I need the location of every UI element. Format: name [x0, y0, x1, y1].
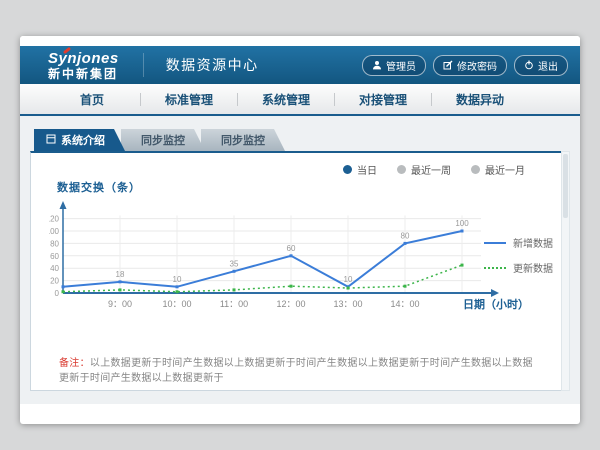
radio-unselected-icon — [397, 165, 406, 174]
logout-label: 退出 — [538, 58, 558, 73]
svg-text:100: 100 — [455, 219, 469, 228]
user-button[interactable]: 管理员 — [362, 55, 426, 76]
svg-text:35: 35 — [230, 259, 239, 268]
svg-text:13：00: 13：00 — [333, 299, 362, 309]
svg-text:60: 60 — [287, 244, 296, 253]
nav-item-home[interactable]: 首页 — [44, 91, 140, 108]
app-window: Synjones 新中新集团 数据资源中心 管理员 修改密码 — [20, 36, 580, 424]
nav-item-system-mgmt[interactable]: 系统管理 — [238, 91, 334, 108]
solid-line-swatch — [484, 242, 506, 244]
scrollbar-thumb[interactable] — [563, 154, 568, 218]
radio-label: 最近一周 — [411, 162, 451, 177]
svg-text:120: 120 — [49, 215, 60, 224]
edit-icon — [443, 60, 453, 70]
svg-text:40: 40 — [50, 264, 59, 273]
footnote-label: 备注： — [59, 358, 90, 369]
radio-label: 最近一月 — [485, 162, 525, 177]
power-icon — [524, 60, 534, 70]
page-title: 数据资源中心 — [143, 53, 259, 77]
tab-system-intro[interactable]: 系统介绍 — [34, 129, 125, 151]
tab-sync-monitor-1[interactable]: 同步监控 — [121, 129, 205, 151]
svg-text:日期（小时）: 日期（小时） — [463, 297, 529, 311]
time-range-filters: 当日 最近一周 最近一月 — [343, 162, 525, 177]
company-logo: Synjones 新中新集团 — [48, 51, 119, 80]
dotted-line-swatch — [484, 267, 506, 269]
logo-subtext: 新中新集团 — [48, 68, 119, 80]
user-icon — [372, 60, 382, 70]
svg-text:0: 0 — [55, 289, 60, 298]
radio-unselected-icon — [471, 165, 480, 174]
chart-row: 0 20 40 60 80 100 120 9：00 10：00 11：00 12：00 13：00 1… — [49, 197, 569, 334]
radio-today[interactable]: 当日 — [343, 162, 377, 177]
tab-label: 同步监控 — [141, 132, 185, 148]
svg-text:100: 100 — [49, 227, 60, 236]
svg-text:10: 10 — [344, 275, 353, 284]
tab-label: 同步监控 — [221, 132, 265, 148]
svg-text:20: 20 — [50, 277, 59, 286]
radio-last-month[interactable]: 最近一月 — [471, 162, 525, 177]
main-nav: 首页 标准管理 系统管理 对接管理 数据异动 — [20, 84, 580, 116]
tab-label: 系统介绍 — [61, 132, 105, 148]
svg-text:10: 10 — [173, 275, 182, 284]
legend-item-updated-data: 更新数据 — [484, 260, 553, 275]
radio-selected-icon — [343, 165, 352, 174]
change-password-label: 修改密码 — [457, 58, 497, 73]
user-button-label: 管理员 — [386, 58, 416, 73]
radio-label: 当日 — [357, 162, 377, 177]
nav-item-standard-mgmt[interactable]: 标准管理 — [141, 91, 237, 108]
legend-label: 更新数据 — [513, 260, 553, 275]
legend-label: 新增数据 — [513, 235, 553, 250]
svg-text:60: 60 — [50, 252, 59, 261]
radio-last-week[interactable]: 最近一周 — [397, 162, 451, 177]
chart-y-axis-title: 数据交换（条） — [57, 179, 569, 195]
chart-panel: 当日 最近一周 最近一月 数据交换（条） 0 20 40 60 80 100 120 9：00… — [30, 151, 570, 391]
document-icon — [46, 134, 56, 147]
svg-text:80: 80 — [401, 231, 410, 240]
content-area: 系统介绍 同步监控 同步监控 当日 最近一周 — [20, 116, 580, 404]
tab-sync-monitor-2[interactable]: 同步监控 — [201, 129, 285, 151]
svg-text:14：00: 14：00 — [390, 299, 419, 309]
svg-text:10：00: 10：00 — [162, 299, 191, 309]
svg-text:11：00: 11：00 — [220, 299, 248, 309]
page-top-strip — [20, 36, 580, 46]
header-actions: 管理员 修改密码 退出 — [362, 55, 568, 76]
svg-text:9：00: 9：00 — [108, 299, 132, 309]
panel-tabs: 系统介绍 同步监控 同步监控 — [30, 129, 570, 151]
screenshot-stage: Synjones 新中新集团 数据资源中心 管理员 修改密码 — [0, 0, 600, 450]
chart-legend: 新增数据 更新数据 — [484, 235, 553, 285]
panel-scrollbar[interactable] — [561, 151, 570, 391]
svg-text:12：00: 12：00 — [276, 299, 305, 309]
app-header: Synjones 新中新集团 数据资源中心 管理员 修改密码 — [20, 46, 580, 84]
nav-item-interface-mgmt[interactable]: 对接管理 — [335, 91, 431, 108]
change-password-button[interactable]: 修改密码 — [433, 55, 507, 76]
footnote-text: 以上数据更新于时间产生数据以上数据更新于时间产生数据以上数据更新于时间产生数据以… — [59, 358, 533, 384]
nav-item-data-change[interactable]: 数据异动 — [432, 91, 528, 108]
footnote: 备注：以上数据更新于时间产生数据以上数据更新于时间产生数据以上数据更新于时间产生… — [59, 354, 569, 384]
svg-text:18: 18 — [116, 270, 125, 279]
svg-text:80: 80 — [50, 239, 59, 248]
line-chart: 0 20 40 60 80 100 120 9：00 10：00 11：00 12：00 13：00 1… — [49, 197, 533, 329]
logo-text: Synjones — [48, 51, 119, 66]
logout-button[interactable]: 退出 — [514, 55, 568, 76]
legend-item-new-data: 新增数据 — [484, 235, 553, 250]
